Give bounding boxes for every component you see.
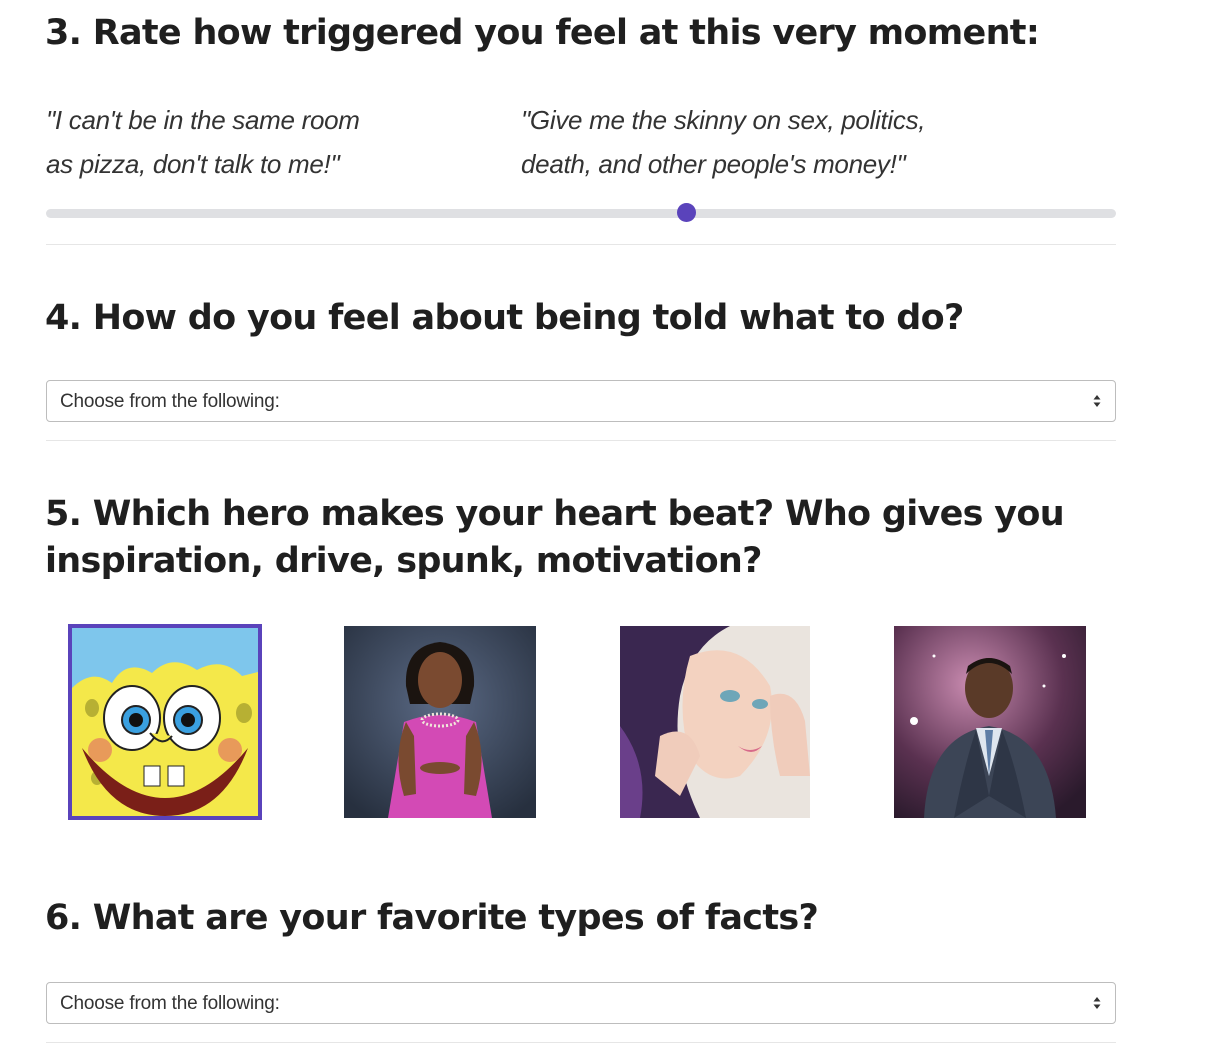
- hero-option-3[interactable]: [620, 626, 810, 818]
- hero-option-4[interactable]: [894, 626, 1086, 818]
- divider: [46, 1042, 1116, 1043]
- question-6-select[interactable]: Choose from the following:: [46, 982, 1116, 1024]
- man-in-suit-space-image: [894, 626, 1086, 818]
- question-3-title: 3. Rate how triggered you feel at this v…: [45, 13, 1040, 53]
- trigger-slider-track[interactable]: [46, 209, 1116, 218]
- slider-left-label: "I can't be in the same room as pizza, d…: [46, 105, 360, 179]
- select-value: Choose from the following:: [60, 993, 280, 1014]
- spongebob-image: [72, 628, 258, 816]
- divider: [46, 244, 1116, 245]
- select-value: Choose from the following:: [60, 391, 280, 412]
- question-5-title-line2: inspiration, drive, spunk, motivation?: [45, 541, 762, 581]
- slider-right-label: "Give me the skinny on sex, politics, de…: [521, 105, 926, 179]
- select-arrows-icon: [1093, 997, 1101, 1009]
- trigger-slider-thumb[interactable]: [677, 203, 696, 222]
- question-4-title: 4. How do you feel about being told what…: [45, 298, 964, 338]
- question-4-select[interactable]: Choose from the following:: [46, 380, 1116, 422]
- question-5-title: 5. Which hero makes your heart beat? Who…: [45, 494, 1065, 534]
- divider: [46, 440, 1116, 441]
- woman-in-pink-dress-image: [344, 626, 536, 818]
- select-arrows-icon: [1093, 395, 1101, 407]
- question-6-title: 6. What are your favorite types of facts…: [45, 898, 819, 938]
- hero-option-spongebob[interactable]: [68, 624, 262, 820]
- hero-option-2[interactable]: [344, 626, 536, 818]
- woman-with-purple-hair-image: [620, 626, 810, 818]
